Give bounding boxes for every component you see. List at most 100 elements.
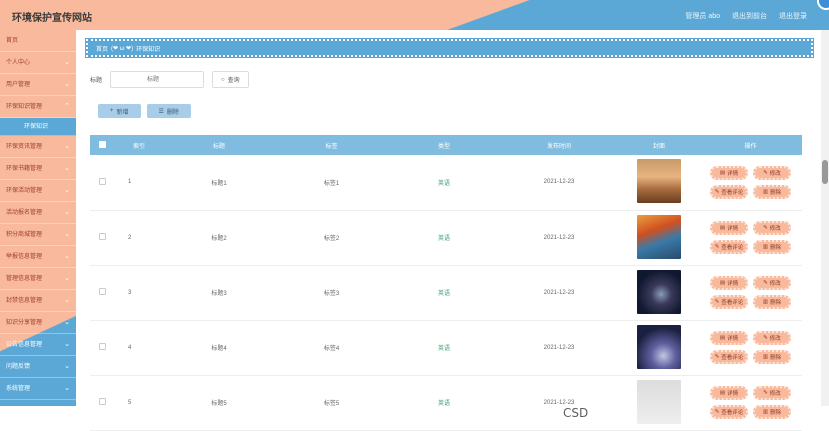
cover-image[interactable]: [637, 324, 681, 369]
data-table: 索引 标题 标签 类型 发布时间 封面 操作 1 标题1 标签1 英语 2021…: [90, 135, 802, 431]
doc-icon: ▤: [719, 335, 726, 341]
site-title: 环境保护宣传网站: [12, 13, 92, 24]
sidebar-item-knowledge-mgmt[interactable]: 环保知识管理 ⌃: [0, 96, 76, 118]
col-tag: 标签: [274, 135, 389, 155]
detail-button[interactable]: ▤ 详情: [710, 276, 748, 290]
col-date: 发布时间: [499, 135, 619, 155]
cell-index: 5: [114, 375, 164, 431]
sidebar-item-system[interactable]: 系统管理 ⌄: [0, 378, 76, 400]
sidebar-item-label: 首页: [6, 38, 19, 44]
cell-index: 2: [114, 210, 164, 266]
row-checkbox[interactable]: [98, 177, 106, 185]
chevron-down-icon: ⌄: [64, 59, 70, 66]
cell-type: 英语: [389, 320, 499, 376]
view-comments-button[interactable]: ✎ 查看评论: [710, 295, 748, 309]
view-comments-button[interactable]: ✎ 查看评论: [710, 240, 748, 254]
chevron-down-icon: ⌄: [64, 253, 70, 260]
batch-delete-button[interactable]: ☰ 删除: [146, 104, 191, 118]
sidebar: 首页 个人中心 ⌄ 用户管理 ⌄ 环保知识管理 ⌃ 环保知识 环保资讯管理 ⌄ 环保书籍…: [0, 30, 76, 406]
delete-button[interactable]: ▥ 删除: [753, 350, 791, 364]
pencil-icon: ✎: [763, 390, 768, 396]
detail-button[interactable]: ▤ 详情: [710, 386, 748, 400]
sidebar-item-users[interactable]: 用户管理 ⌄: [0, 74, 76, 96]
edit-button[interactable]: ✎ 修改: [753, 331, 791, 345]
sidebar-item-sharing[interactable]: 知识分享管理 ⌄: [0, 312, 76, 334]
delete-button[interactable]: ▥ 删除: [753, 405, 791, 419]
row-select-cell: [90, 210, 114, 266]
select-all-checkbox[interactable]: [98, 140, 106, 148]
cover-image[interactable]: [637, 269, 681, 314]
chevron-down-icon: ⌄: [64, 319, 70, 326]
sidebar-item-home[interactable]: 首页: [0, 30, 76, 52]
query-button-label: 查询: [227, 78, 240, 84]
sidebar-item-label: 环保资讯管理: [6, 144, 43, 150]
table-row: 3 标题3 标签3 英语 2021-12-23 ▤ 详情 ✎ 修改 ✎ 查看评论 ▥ 删…: [90, 265, 802, 321]
query-button[interactable]: ○ 查询: [212, 71, 249, 88]
sidebar-item-management[interactable]: 管理信息管理 ⌄: [0, 268, 76, 290]
sidebar-item-profile[interactable]: 个人中心 ⌄: [0, 52, 76, 74]
top-links: 管理员 abo 退出到前台 退出登录: [685, 11, 807, 21]
back-to-front-link[interactable]: 退出到前台: [732, 11, 767, 21]
detail-button[interactable]: ▤ 详情: [710, 221, 748, 235]
row-checkbox[interactable]: [98, 343, 106, 350]
cell-ops: ▤ 详情 ✎ 修改 ✎ 查看评论 ▥ 删除: [699, 265, 802, 321]
table-header-row: 索引 标题 标签 类型 发布时间 封面 操作: [90, 135, 802, 155]
row-checkbox[interactable]: [98, 288, 106, 295]
sidebar-item-notices[interactable]: 公告信息管理 ⌄: [0, 334, 76, 356]
delete-button[interactable]: ▥ 删除: [753, 184, 791, 199]
view-comments-button[interactable]: ✎ 查看评论: [710, 405, 748, 419]
breadcrumb: 首页 (❤ ω ❤) 环保知识: [96, 44, 160, 53]
edit-button[interactable]: ✎ 修改: [753, 276, 791, 290]
row-select-cell: [90, 265, 114, 321]
detail-label: 详情: [727, 281, 739, 287]
sidebar-item-news[interactable]: 环保资讯管理 ⌄: [0, 136, 76, 158]
delete-button[interactable]: ▥ 删除: [753, 240, 791, 254]
cover-image[interactable]: [637, 214, 681, 259]
scrollbar-thumb[interactable]: [822, 160, 828, 184]
corner-badge-icon: [817, 0, 829, 10]
row-checkbox[interactable]: [98, 233, 106, 240]
delete-button[interactable]: ▥ 删除: [753, 295, 791, 309]
sidebar-subitem-knowledge[interactable]: 环保知识: [0, 118, 76, 136]
chevron-down-icon: ⌄: [64, 385, 70, 392]
view-comments-label: 查看评论: [721, 410, 744, 416]
edit-button[interactable]: ✎ 修改: [753, 165, 791, 180]
sidebar-item-label: 问题反馈: [6, 364, 31, 370]
cover-image[interactable]: [637, 379, 681, 424]
sidebar-item-bans[interactable]: 封禁信息管理 ⌄: [0, 290, 76, 312]
sidebar-item-label: 用户管理: [6, 82, 31, 88]
delete-label: 删除: [770, 355, 782, 361]
sidebar-item-feedback[interactable]: 问题反馈 ⌄: [0, 356, 76, 378]
search-input[interactable]: [110, 71, 205, 88]
add-button[interactable]: + 新增: [98, 104, 141, 118]
row-checkbox[interactable]: [98, 398, 106, 405]
cell-date: 2021-12-23: [499, 210, 619, 266]
view-comments-button[interactable]: ✎ 查看评论: [710, 184, 748, 199]
pencil-icon: ✎: [714, 354, 720, 360]
breadcrumb-home[interactable]: 首页: [96, 44, 108, 53]
vertical-scrollbar[interactable]: [821, 30, 829, 406]
chevron-up-icon: ⌃: [64, 103, 70, 110]
pencil-icon: ✎: [714, 409, 720, 415]
cell-type: 英语: [389, 155, 499, 211]
sidebar-item-points-mall[interactable]: 积分商城管理 ⌄: [0, 224, 76, 246]
chevron-down-icon: ⌄: [64, 363, 70, 370]
sidebar-item-label: 个人中心: [6, 60, 31, 66]
cover-image[interactable]: [637, 159, 681, 204]
cell-date: 2021-12-23: [499, 375, 619, 431]
cell-title: 标题1: [164, 155, 274, 211]
edit-label: 修改: [769, 281, 781, 287]
sidebar-item-reports[interactable]: 举报信息管理 ⌄: [0, 246, 76, 268]
sidebar-item-signup[interactable]: 活动报名管理 ⌄: [0, 202, 76, 224]
edit-button[interactable]: ✎ 修改: [753, 221, 791, 235]
sidebar-item-books[interactable]: 环保书籍管理 ⌄: [0, 158, 76, 180]
detail-button[interactable]: ▤ 详情: [710, 331, 748, 345]
sidebar-item-label: 举报信息管理: [6, 254, 43, 260]
detail-button[interactable]: ▤ 详情: [710, 165, 748, 180]
sidebar-item-activities[interactable]: 环保活动管理 ⌄: [0, 180, 76, 202]
logout-link[interactable]: 退出登录: [779, 11, 807, 21]
view-comments-button[interactable]: ✎ 查看评论: [710, 350, 748, 364]
trash-icon: ▥: [762, 354, 769, 360]
edit-button[interactable]: ✎ 修改: [753, 386, 791, 400]
sidebar-item-label: 积分商城管理: [6, 232, 43, 238]
